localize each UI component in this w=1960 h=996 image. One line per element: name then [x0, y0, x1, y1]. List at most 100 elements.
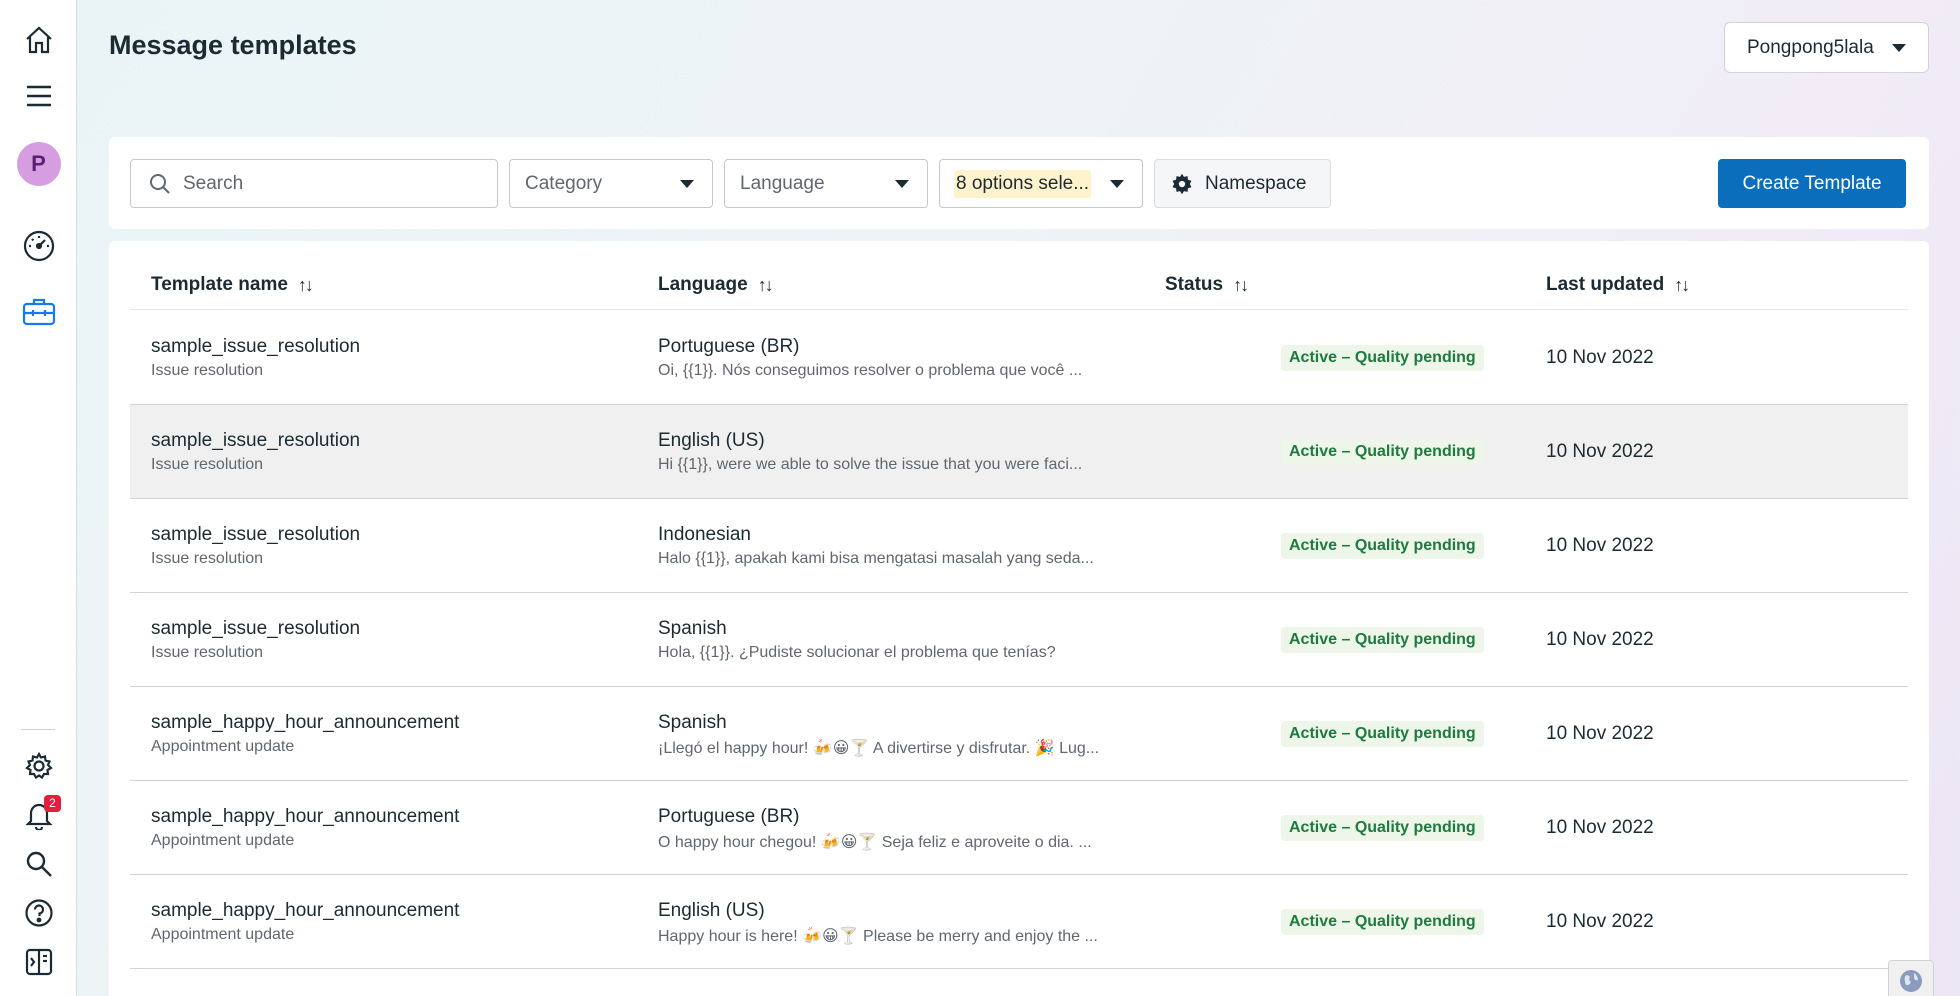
menu-button[interactable]: [0, 74, 77, 118]
namespace-button[interactable]: Namespace: [1154, 159, 1331, 208]
template-language: Portuguese (BR): [658, 336, 800, 357]
template-name: sample_issue_resolution: [151, 618, 361, 639]
chevron-down-icon: [1892, 43, 1906, 52]
template-category: Issue resolution: [151, 362, 264, 379]
template-language: Portuguese (BR): [658, 806, 800, 827]
template-name: sample_happy_hour_announcement: [151, 712, 460, 733]
table-row[interactable]: sample_issue_resolution Issue resolution…: [130, 499, 1908, 593]
last-updated: 10 Nov 2022: [1546, 817, 1654, 838]
last-updated: 10 Nov 2022: [1546, 441, 1654, 462]
status-badge: Active – Quality pending: [1281, 439, 1484, 465]
status-options-dropdown[interactable]: 8 options sele...: [939, 159, 1143, 208]
account-name: Pongpong5lala: [1747, 36, 1874, 58]
column-header-status[interactable]: Status ↑↓: [1165, 274, 1249, 296]
notification-badge: 2: [44, 795, 61, 812]
template-preview: Oi, {{1}}. Nós conseguimos resolver o pr…: [658, 362, 1083, 379]
namespace-label: Namespace: [1205, 172, 1307, 194]
template-preview: O happy hour chegou! 🍻😀🍸 Seja feliz e ap…: [658, 834, 1092, 851]
sort-icon: ↑↓: [757, 274, 774, 295]
status-badge: Active – Quality pending: [1281, 815, 1484, 841]
help-icon: [24, 899, 53, 927]
chevron-down-icon: [895, 179, 909, 188]
status-badge: Active – Quality pending: [1281, 909, 1484, 935]
search-icon: [26, 851, 52, 877]
template-name: sample_happy_hour_announcement: [151, 900, 460, 921]
language-dropdown[interactable]: Language: [724, 159, 928, 208]
template-category: Issue resolution: [151, 456, 264, 473]
last-updated: 10 Nov 2022: [1546, 911, 1654, 932]
last-updated: 10 Nov 2022: [1546, 629, 1654, 650]
account-selector[interactable]: Pongpong5lala: [1724, 22, 1929, 73]
status-badge: Active – Quality pending: [1281, 345, 1484, 371]
home-button[interactable]: [0, 18, 77, 62]
category-label: Category: [525, 172, 603, 194]
template-category: Appointment update: [151, 832, 295, 849]
table-row[interactable]: sample_happy_hour_announcement Appointme…: [130, 781, 1908, 875]
language-label: Language: [740, 172, 825, 194]
status-badge: Active – Quality pending: [1281, 627, 1484, 653]
search-box[interactable]: [130, 159, 498, 208]
column-header-language[interactable]: Language ↑↓: [658, 274, 774, 296]
briefcase-icon: [22, 298, 55, 326]
chevron-down-icon: [1110, 179, 1124, 188]
gear-icon: [1172, 173, 1192, 194]
help-button[interactable]: [0, 891, 77, 935]
table-row[interactable]: sample_happy_hour_announcement Appointme…: [130, 875, 1908, 969]
column-header-template-name[interactable]: Template name ↑↓: [151, 274, 314, 296]
dashboard-gauge-icon: [23, 230, 54, 262]
table-row[interactable]: sample_issue_resolution Issue resolution…: [130, 593, 1908, 687]
category-dropdown[interactable]: Category: [509, 159, 713, 208]
page-title: Message templates: [109, 30, 357, 60]
table-row[interactable]: sample_issue_resolution Issue resolution…: [130, 311, 1908, 405]
options-selected-label: 8 options sele...: [954, 169, 1092, 198]
dashboard-button[interactable]: [0, 224, 77, 268]
sidebar-divider: [21, 729, 55, 730]
chevron-down-icon: [680, 179, 694, 188]
template-language: Indonesian: [658, 524, 751, 545]
notifications-button[interactable]: 2: [0, 793, 77, 837]
business-tools-button[interactable]: [0, 290, 77, 334]
column-header-last-updated[interactable]: Last updated ↑↓: [1546, 274, 1690, 296]
template-language: Spanish: [658, 712, 727, 733]
table-row[interactable]: sample_issue_resolution Issue resolution…: [130, 405, 1908, 499]
template-category: Issue resolution: [151, 644, 264, 661]
avatar: P: [16, 142, 61, 186]
home-icon: [25, 26, 52, 54]
template-preview: Hola, {{1}}. ¿Pudiste solucionar el prob…: [658, 644, 1056, 661]
template-language: English (US): [658, 430, 765, 451]
language-globe-button[interactable]: [1888, 960, 1934, 996]
template-category: Appointment update: [151, 738, 295, 755]
last-updated: 10 Nov 2022: [1546, 535, 1654, 556]
templates-table: Template name ↑↓ Language ↑↓ Status ↑↓ Last…: [109, 241, 1929, 996]
table-row[interactable]: sample_happy_hour_announcement Appointme…: [130, 687, 1908, 781]
account-avatar-button[interactable]: P: [0, 142, 77, 186]
table-header: Template name ↑↓ Language ↑↓ Status ↑↓ Last…: [130, 241, 1908, 310]
status-badge: Active – Quality pending: [1281, 533, 1484, 559]
panel-toggle-button[interactable]: [0, 940, 77, 984]
sort-icon: ↑↓: [1233, 274, 1249, 295]
template-preview: Hi {{1}}, were we able to solve the issu…: [658, 456, 1083, 473]
settings-button[interactable]: [0, 744, 77, 788]
search-icon: [150, 173, 170, 194]
template-name: sample_issue_resolution: [151, 430, 361, 451]
menu-icon: [26, 85, 51, 107]
filter-bar: Category Language 8 options sele... Name…: [109, 137, 1929, 229]
sort-icon: ↑↓: [1674, 274, 1690, 295]
create-template-button[interactable]: Create Template: [1718, 159, 1906, 208]
sort-icon: ↑↓: [297, 274, 314, 295]
last-updated: 10 Nov 2022: [1546, 347, 1654, 368]
search-input[interactable]: [183, 172, 483, 195]
template-category: Issue resolution: [151, 550, 264, 567]
status-badge: Active – Quality pending: [1281, 721, 1484, 747]
template-language: English (US): [658, 900, 765, 921]
globe-icon: [1900, 970, 1922, 992]
gear-icon: [24, 752, 53, 780]
template-language: Spanish: [658, 618, 727, 639]
template-name: sample_issue_resolution: [151, 336, 361, 357]
template-name: sample_issue_resolution: [151, 524, 361, 545]
template-preview: Happy hour is here! 🍻😀🍸 Please be merry …: [658, 928, 1098, 945]
last-updated: 10 Nov 2022: [1546, 723, 1654, 744]
sidebar: P 2: [0, 0, 77, 996]
template-name: sample_happy_hour_announcement: [151, 806, 460, 827]
search-nav-button[interactable]: [0, 842, 77, 886]
